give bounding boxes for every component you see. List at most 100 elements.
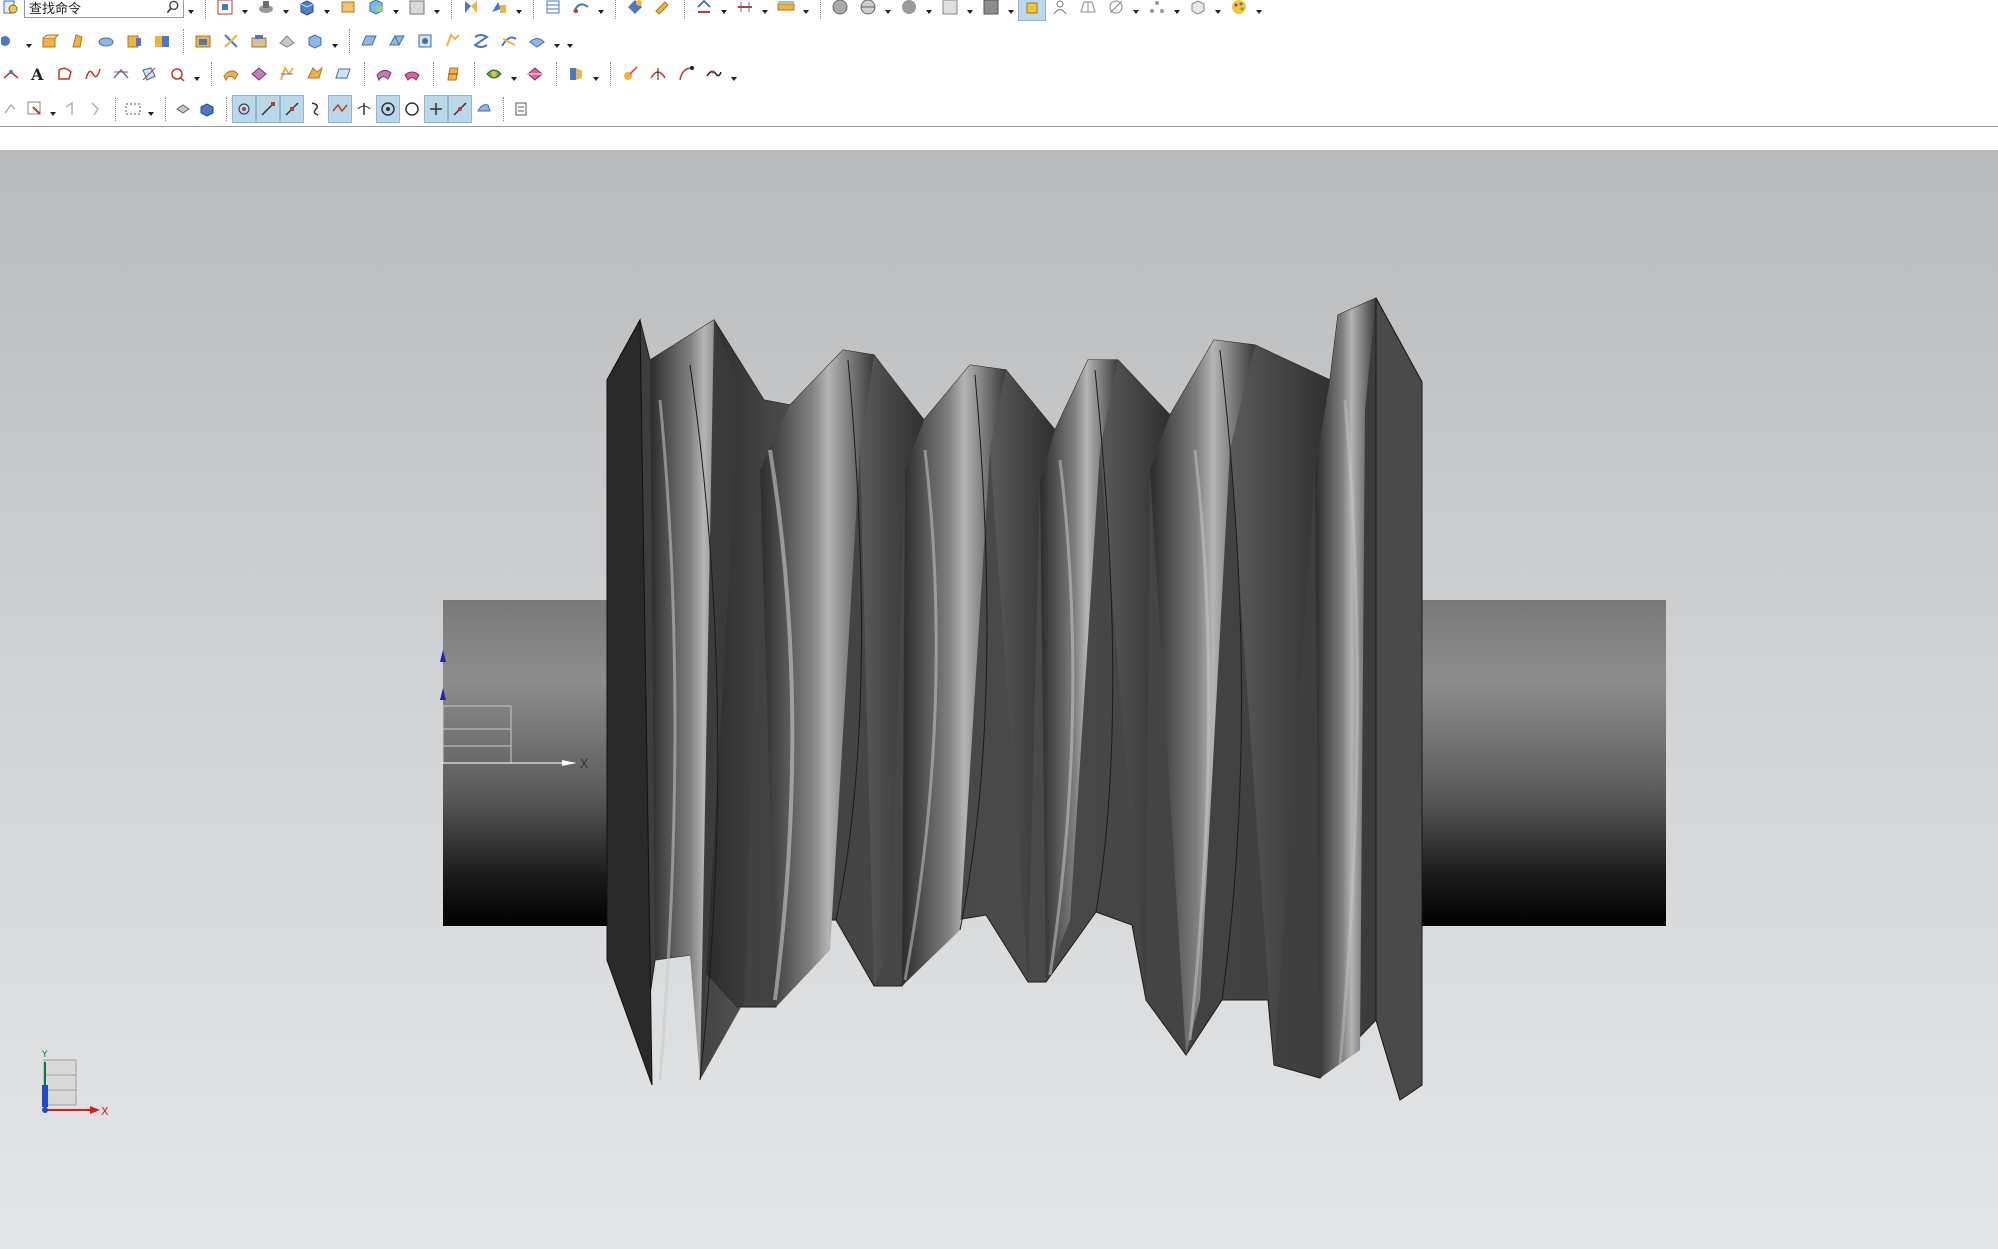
center-point-button[interactable] (376, 95, 400, 123)
body-select-button[interactable] (172, 96, 194, 122)
trim-button[interactable] (496, 28, 522, 54)
ruled-button[interactable] (246, 61, 272, 87)
section-line-button[interactable] (732, 0, 758, 20)
quadrant-button[interactable] (401, 96, 423, 122)
point-on-curve-button[interactable] (448, 95, 472, 123)
project-button[interactable] (136, 61, 162, 87)
sew-button[interactable] (274, 61, 300, 87)
selection-scope-button[interactable] (61, 96, 83, 122)
view-section-button[interactable] (522, 61, 548, 87)
deviation-button[interactable] (617, 61, 643, 87)
sphere-button[interactable] (896, 0, 922, 20)
law-extension-button[interactable] (399, 61, 425, 87)
chamfer-button[interactable] (384, 28, 410, 54)
sphere-shade-button[interactable] (827, 0, 853, 20)
cube-button[interactable] (1185, 0, 1211, 20)
orient-view-dropdown[interactable] (322, 0, 331, 20)
palette-button[interactable] (1226, 0, 1252, 20)
snap-view-button[interactable] (458, 0, 484, 20)
mid-point-button[interactable] (280, 95, 304, 123)
surface-analysis-dropdown[interactable] (509, 61, 518, 87)
search-icon[interactable] (163, 0, 183, 17)
point-on-face-button[interactable] (473, 96, 495, 122)
shaded-view-button[interactable] (253, 0, 279, 20)
block-button[interactable] (121, 28, 147, 54)
through-curves-button[interactable] (218, 61, 244, 87)
box-select-button[interactable] (122, 96, 144, 122)
revolve-button[interactable] (65, 28, 91, 54)
show-hide-button[interactable] (486, 0, 512, 20)
spline-button[interactable] (80, 61, 106, 87)
perspective-dropdown[interactable] (1131, 0, 1140, 20)
draft-button[interactable] (440, 28, 466, 54)
command-finder-button[interactable] (0, 0, 22, 20)
control-point-button[interactable] (305, 96, 327, 122)
edge-blend-button[interactable] (356, 28, 382, 54)
snap-point-button[interactable] (232, 95, 256, 123)
network-dropdown[interactable] (1172, 0, 1181, 20)
split-dropdown[interactable] (552, 28, 561, 54)
union-button[interactable] (246, 28, 272, 54)
ruler-button[interactable] (773, 0, 799, 20)
curvature-button[interactable] (563, 61, 589, 87)
show-hide-dropdown[interactable] (514, 0, 523, 20)
fit-view-button[interactable] (212, 0, 238, 20)
perspective-button[interactable] (1103, 0, 1129, 20)
surface-analysis-button[interactable] (481, 61, 507, 87)
distance-button[interactable] (691, 0, 717, 20)
mirror-dropdown[interactable] (565, 28, 574, 54)
text-button[interactable]: A (24, 61, 50, 87)
helix-button[interactable] (108, 61, 134, 87)
undo-select-button[interactable] (0, 96, 22, 122)
box-dropdown[interactable] (432, 0, 441, 20)
curve-button[interactable] (52, 61, 78, 87)
split-button[interactable] (524, 28, 550, 54)
shell-button[interactable] (412, 28, 438, 54)
sweep-button[interactable] (93, 28, 119, 54)
subtract-button[interactable] (274, 28, 300, 54)
shaded-view-dropdown[interactable] (281, 0, 290, 20)
intersect-button[interactable] (302, 28, 328, 54)
sphere-edge-dropdown[interactable] (883, 0, 892, 20)
color-dropdown[interactable] (1006, 0, 1015, 20)
background-dropdown[interactable] (965, 0, 974, 20)
cube-dropdown[interactable] (1213, 0, 1222, 20)
extrude-button[interactable] (37, 28, 63, 54)
measure-button[interactable] (650, 0, 676, 20)
intersection-point-button[interactable] (328, 95, 352, 123)
offset-curve-button[interactable] (164, 61, 190, 87)
thread-button[interactable] (468, 28, 494, 54)
curvature-dropdown[interactable] (591, 61, 600, 87)
end-point-button[interactable] (256, 95, 280, 123)
graphics-viewport[interactable]: X X Y (0, 150, 1998, 1249)
sketch-dropdown[interactable] (24, 28, 33, 54)
cylinder-button[interactable] (149, 28, 175, 54)
n-sided-button[interactable] (371, 61, 397, 87)
box-select-dropdown[interactable] (146, 96, 155, 122)
network-button[interactable] (1144, 0, 1170, 20)
lighting-button[interactable] (1018, 0, 1046, 21)
color-button[interactable] (978, 0, 1004, 20)
command-search-input[interactable]: 查找命令 (24, 0, 184, 18)
reflection-button[interactable] (645, 61, 671, 87)
studio-surface-button[interactable] (440, 61, 466, 87)
right-shaft[interactable] (1410, 600, 1666, 926)
select-filter-dropdown[interactable] (48, 96, 57, 122)
pattern-button[interactable] (622, 0, 648, 20)
fit-view-dropdown[interactable] (240, 0, 249, 20)
view-triad[interactable]: X Y (41, 1050, 109, 1118)
analysis-dropdown[interactable] (596, 0, 605, 20)
worm-shaft-model[interactable]: X X Y (0, 150, 1998, 1249)
display-part-button[interactable] (335, 0, 361, 20)
background-button[interactable] (937, 0, 963, 20)
curve-analysis-dropdown[interactable] (729, 61, 738, 87)
patch-button[interactable] (302, 61, 328, 87)
sketch-button[interactable] (0, 28, 22, 54)
smoothness-button[interactable] (673, 61, 699, 87)
box-button[interactable] (404, 0, 430, 20)
multi-select-button[interactable] (85, 96, 107, 122)
section-line-dropdown[interactable] (760, 0, 769, 20)
offset-curve-dropdown[interactable] (192, 61, 201, 87)
section-button[interactable] (540, 0, 566, 20)
sphere-solid-button[interactable] (218, 28, 244, 54)
